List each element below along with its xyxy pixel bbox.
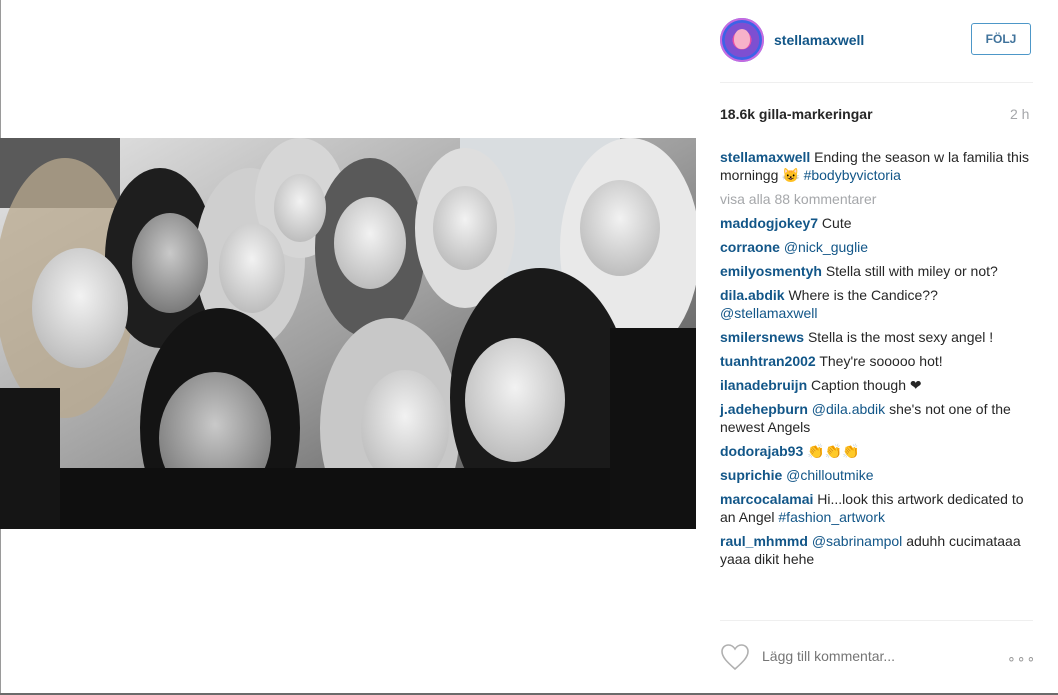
more-options-icon[interactable]: ∘∘∘ (1007, 650, 1036, 667)
comment-list: stellamaxwell Ending the season w la fam… (720, 148, 1033, 574)
comment-item: raul_mhmmd @sabrinampol aduhh cucimataaa… (720, 532, 1033, 568)
comment-item: emilyosmentyh Stella still with miley or… (720, 262, 1033, 280)
comment-item: ilanadebruijn Caption though ❤ (720, 376, 1033, 394)
comment-username[interactable]: marcocalamai (720, 491, 813, 507)
comment-mention[interactable]: @nick_guglie (784, 239, 868, 255)
add-comment-input[interactable] (762, 648, 982, 664)
comment-username[interactable]: dodorajab93 (720, 443, 803, 459)
view-all-comments-link[interactable]: visa alla 88 kommentarer (720, 190, 1033, 208)
comment-username[interactable]: raul_mhmmd (720, 533, 808, 549)
comment-item: dodorajab93 👏👏👏 (720, 442, 1033, 460)
comment-text: Cute (821, 215, 852, 231)
comment-text: Stella is the most sexy angel ! (807, 329, 994, 345)
comment-item: maddogjokey7 Cute (720, 214, 1033, 232)
post-author-username[interactable]: stellamaxwell (774, 32, 864, 48)
comment-username[interactable]: ilanadebruijn (720, 377, 807, 393)
comment-item: dila.abdik Where is the Candice?? @stell… (720, 286, 1033, 322)
comment-username[interactable]: corraone (720, 239, 780, 255)
comment-username[interactable]: smilersnews (720, 329, 804, 345)
comment-mention[interactable]: @dila.abdik (812, 401, 885, 417)
comment-text: Where is the Candice?? (788, 287, 938, 303)
like-count[interactable]: 18.6k gilla-markeringar (720, 106, 873, 122)
comment-mention[interactable]: @stellamaxwell (720, 305, 817, 321)
comment-composer: ∘∘∘ (720, 640, 1036, 676)
comment-username[interactable]: emilyosmentyh (720, 263, 822, 279)
comment-item: tuanhtran2002 They're sooooo hot! (720, 352, 1033, 370)
comment-item: j.adehepburn @dila.abdik she's not one o… (720, 400, 1033, 436)
caption-hashtag[interactable]: #bodybyvictoria (804, 167, 901, 183)
comment-item: smilersnews Stella is the most sexy ange… (720, 328, 1033, 346)
caption-username[interactable]: stellamaxwell (720, 149, 810, 165)
comment-mention[interactable]: @chilloutmike (786, 467, 873, 483)
footer-divider (720, 620, 1033, 621)
comment-item: marcocalamai Hi...look this artwork dedi… (720, 490, 1033, 526)
comment-username[interactable]: tuanhtran2002 (720, 353, 816, 369)
comment-mention[interactable]: @sabrinampol (812, 533, 902, 549)
post-details-panel: stellamaxwell FÖLJ 18.6k gilla-markering… (720, 0, 1038, 695)
photo-illustration (0, 138, 696, 529)
comment-text: Stella still with miley or not? (825, 263, 998, 279)
avatar[interactable] (720, 18, 764, 62)
caption: stellamaxwell Ending the season w la fam… (720, 148, 1033, 184)
post-photo[interactable] (0, 138, 696, 529)
comment-username[interactable]: dila.abdik (720, 287, 785, 303)
comment-text: They're sooooo hot! (819, 353, 943, 369)
comment-username[interactable]: maddogjokey7 (720, 215, 818, 231)
comment-text: 👏👏👏 (807, 443, 860, 459)
comment-username[interactable]: suprichie (720, 467, 782, 483)
follow-button[interactable]: FÖLJ (971, 23, 1031, 55)
heart-outline-icon[interactable] (720, 643, 750, 671)
comment-mention[interactable]: #fashion_artwork (778, 509, 885, 525)
comment-item: corraone @nick_guglie (720, 238, 1033, 256)
post-timestamp[interactable]: 2 h (1010, 106, 1029, 122)
comment-item: suprichie @chilloutmike (720, 466, 1033, 484)
post-header: stellamaxwell FÖLJ (720, 18, 1033, 64)
comment-text: Caption though ❤ (811, 377, 922, 393)
header-divider (720, 82, 1033, 83)
comment-username[interactable]: j.adehepburn (720, 401, 808, 417)
